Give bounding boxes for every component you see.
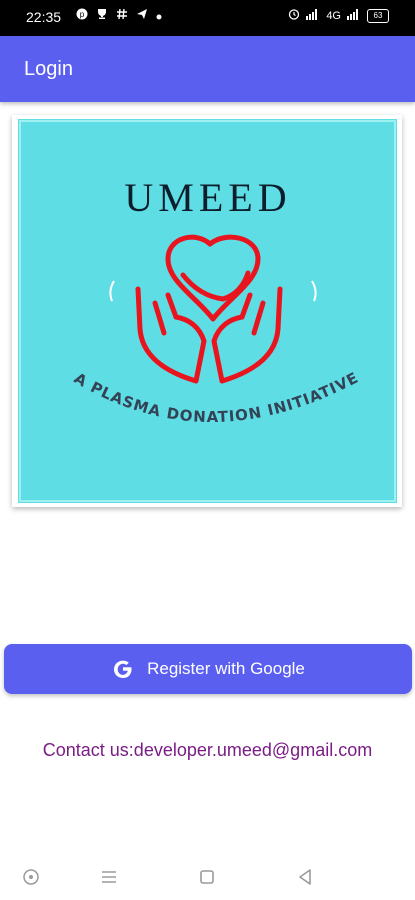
wifi-icon [347, 8, 361, 23]
home-icon[interactable] [196, 866, 218, 888]
pinterest-icon: p [76, 8, 88, 23]
assistant-icon[interactable] [20, 866, 42, 888]
status-bar: 22:35 p 4G 63 [0, 0, 415, 36]
app-bar: Login [0, 36, 415, 102]
register-with-google-button[interactable]: Register with Google [4, 644, 412, 694]
network-label: 4G [326, 9, 341, 22]
telegram-icon [136, 8, 148, 23]
logo-card: UMEED A PLASMA DONATION INITIATIVE [12, 115, 402, 507]
back-icon[interactable] [294, 866, 316, 888]
system-icons: 4G 63 [288, 8, 389, 23]
hashtag-icon [116, 8, 128, 23]
register-button-label: Register with Google [147, 659, 305, 678]
system-nav-bar [0, 850, 415, 900]
logo-title: UMEED [124, 175, 291, 220]
battery-icon: 63 [367, 8, 389, 23]
menu-icon[interactable] [98, 866, 120, 888]
svg-text:p: p [80, 10, 85, 19]
dot-icon [156, 9, 162, 23]
page-title: Login [24, 58, 73, 80]
trophy-icon [96, 8, 108, 23]
alarm-icon [288, 8, 300, 23]
umeed-logo: UMEED A PLASMA DONATION INITIATIVE [18, 119, 397, 503]
signal-icon [306, 8, 320, 23]
contact-email-text: Contact us:developer.umeed@gmail.com [42, 740, 373, 760]
google-icon [111, 657, 135, 681]
status-time: 22:35 [26, 9, 62, 25]
notification-icons: p [76, 8, 162, 23]
